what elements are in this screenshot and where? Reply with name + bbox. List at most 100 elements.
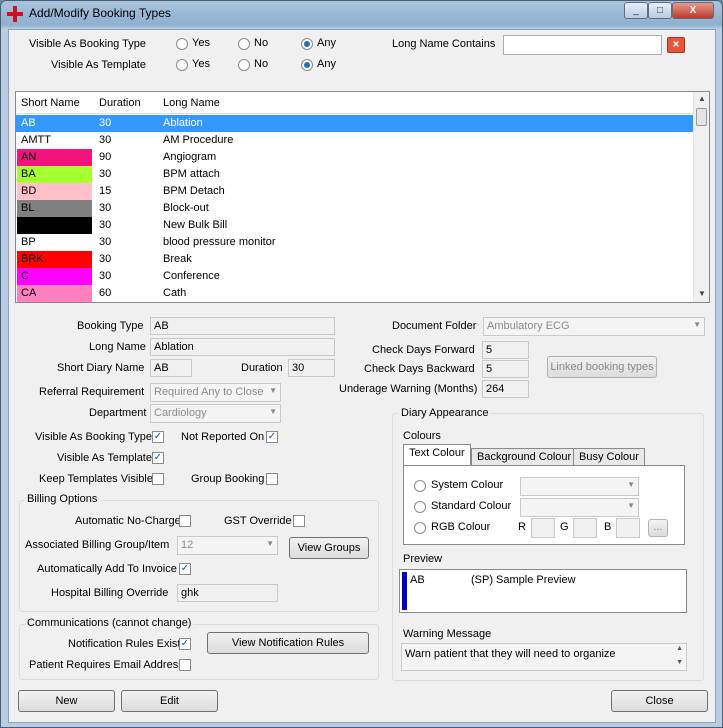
warning-message-field[interactable]: Warn patient that they will need to orga… (401, 643, 687, 671)
keep-templates-checkbox[interactable] (152, 473, 164, 485)
notif-rules-exist-checkbox[interactable]: ✓ (179, 638, 191, 650)
vt-no-radio[interactable] (238, 59, 250, 71)
list-scrollbar[interactable]: ▲ ▼ (693, 92, 709, 302)
vt-yes-radio[interactable] (176, 59, 188, 71)
cell-short: C (21, 270, 29, 282)
b-field[interactable] (616, 518, 640, 538)
vt-any-label: Any (317, 58, 336, 70)
scroll-down-icon[interactable]: ▼ (698, 289, 706, 298)
table-row[interactable]: AB 30 Ablation (16, 115, 694, 132)
table-row[interactable]: CA 60 Cath (16, 285, 694, 302)
vis-template-checkbox[interactable]: ✓ (152, 452, 164, 464)
close-button[interactable]: Close (611, 690, 708, 712)
cell-short: AMTT (21, 134, 51, 146)
minimize-button[interactable]: _ (624, 2, 648, 19)
cell-duration: 30 (99, 219, 112, 231)
cell-duration: 30 (99, 236, 112, 248)
table-row[interactable]: BL 30 Block-out (16, 200, 694, 217)
table-row[interactable]: BD 15 BPM Detach (16, 183, 694, 200)
linked-booking-types-button[interactable]: Linked booking types (547, 356, 657, 378)
hospital-billing-label: Hospital Billing Override (51, 587, 169, 599)
standard-colour-radio[interactable] (414, 501, 426, 513)
billing-options-title: Billing Options (25, 493, 100, 505)
col-long-name[interactable]: Long Name (163, 97, 220, 109)
preview-short: AB (410, 574, 425, 586)
table-row[interactable]: BA 30 BPM attach (16, 166, 694, 183)
vis-template-label: Visible As Template (57, 452, 152, 464)
check-days-backward-field[interactable]: 5 (482, 360, 529, 378)
table-row[interactable]: BRK 30 Break (16, 251, 694, 268)
edit-button[interactable]: Edit (121, 690, 218, 712)
auto-add-invoice-checkbox[interactable]: ✓ (179, 563, 191, 575)
scroll-up-icon[interactable]: ▲ (676, 645, 683, 652)
long-name-field[interactable]: Ablation (150, 338, 335, 356)
table-row[interactable]: 30 New Bulk Bill (16, 217, 694, 234)
not-reported-checkbox[interactable]: ✓ (266, 431, 278, 443)
gst-override-checkbox[interactable] (293, 515, 305, 527)
table-row[interactable]: AN 90 Angiogram (16, 149, 694, 166)
table-row[interactable]: AMTT 30 AM Procedure (16, 132, 694, 149)
table-row[interactable]: BP 30 blood pressure monitor (16, 234, 694, 251)
scroll-up-icon[interactable]: ▲ (698, 94, 706, 103)
hospital-billing-field[interactable]: ghk (177, 584, 278, 602)
col-short-name[interactable]: Short Name (21, 97, 80, 109)
vbt-no-radio[interactable] (238, 38, 250, 50)
cell-long: Conference (163, 270, 220, 282)
new-button[interactable]: New (18, 690, 115, 712)
tab-busy-colour[interactable]: Busy Colour (573, 448, 645, 466)
title-bar[interactable]: Add/Modify Booking Types _ □ X (1, 1, 722, 27)
table-row[interactable]: C 30 Conference (16, 268, 694, 285)
auto-nocharge-checkbox[interactable] (179, 515, 191, 527)
b-label: B (604, 521, 612, 533)
g-label: G (560, 521, 569, 533)
warning-message-label: Warning Message (403, 628, 492, 640)
booking-types-list[interactable]: Short Name Duration Long Name AB 30 Ablati… (15, 91, 710, 303)
assoc-billing-select[interactable]: 12 ▼ (177, 536, 278, 555)
system-colour-radio[interactable] (414, 480, 426, 492)
visible-booking-type-filter-label: Visible As Booking Type (29, 38, 147, 50)
referral-requirement-select[interactable]: Required Any to Close ▼ (150, 383, 281, 402)
scroll-down-icon[interactable]: ▼ (676, 659, 683, 666)
vbt-yes-radio[interactable] (176, 38, 188, 50)
vis-booking-type-checkbox[interactable]: ✓ (152, 431, 164, 443)
cell-short: AB (21, 117, 36, 129)
rgb-colour-radio[interactable] (414, 522, 426, 534)
maximize-button[interactable]: □ (648, 2, 672, 19)
close-window-button[interactable]: X (672, 2, 714, 19)
vt-any-radio[interactable] (301, 59, 313, 71)
tab-text-colour[interactable]: Text Colour (403, 444, 471, 465)
check-days-forward-field[interactable]: 5 (482, 341, 529, 359)
cell-duration: 30 (99, 134, 112, 146)
document-folder-select[interactable]: Ambulatory ECG ▼ (483, 317, 705, 336)
colour-picker-button[interactable]: ... (648, 519, 668, 537)
tab-background-colour[interactable]: Background Colour (471, 448, 578, 466)
email-required-checkbox[interactable] (179, 659, 191, 671)
chevron-down-icon: ▼ (269, 386, 277, 395)
department-value: Cardiology (154, 407, 207, 419)
rgb-colour-label: RGB Colour (431, 521, 491, 533)
group-booking-checkbox[interactable] (266, 473, 278, 485)
cell-long: Block-out (163, 202, 209, 214)
view-groups-button[interactable]: View Groups (289, 537, 369, 559)
long-name-search-input[interactable] (503, 35, 662, 55)
department-select[interactable]: Cardiology ▼ (150, 404, 281, 423)
vbt-any-radio[interactable] (301, 38, 313, 50)
duration-field[interactable]: 30 (288, 359, 335, 377)
cell-short: BD (21, 185, 37, 197)
underage-warning-field[interactable]: 264 (482, 380, 529, 398)
col-duration[interactable]: Duration (99, 97, 141, 109)
system-colour-select[interactable]: ▼ (520, 477, 639, 496)
scroll-thumb[interactable] (696, 108, 707, 126)
short-diary-name-field[interactable]: AB (150, 359, 192, 377)
r-field[interactable] (531, 518, 555, 538)
cell-short: BA (21, 168, 36, 180)
cell-duration: 30 (99, 253, 112, 265)
g-field[interactable] (573, 518, 597, 538)
view-notification-rules-button[interactable]: View Notification Rules (207, 632, 369, 654)
booking-type-field[interactable]: AB (150, 317, 335, 335)
assoc-billing-label: Associated Billing Group/Item (25, 539, 170, 551)
standard-colour-select[interactable]: ▼ (520, 498, 639, 517)
cell-long: Break (163, 253, 192, 265)
department-label: Department (89, 407, 147, 419)
clear-search-button[interactable]: × (667, 37, 685, 53)
